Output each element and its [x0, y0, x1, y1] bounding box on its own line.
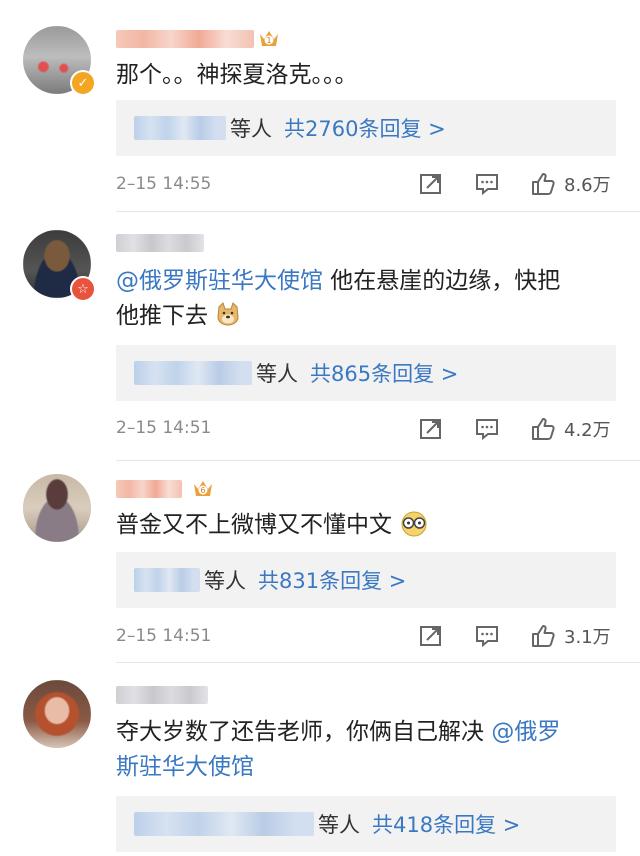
comment-icon[interactable]	[474, 623, 500, 649]
reply-users-suffix: 等人	[204, 569, 246, 593]
timestamp: 2–15 14:55	[116, 174, 212, 194]
comment-text: @俄罗斯驻华大使馆 他在悬崖的边缘，快把 他推下去	[116, 268, 561, 329]
reply-count-link[interactable]: 共2760条回复 >	[284, 113, 446, 143]
share-icon[interactable]	[418, 623, 444, 649]
avatar[interactable]	[23, 680, 91, 748]
username[interactable]	[116, 686, 208, 704]
comment-text: 普金又不上微博又不懂中文	[116, 508, 429, 543]
reply-users-suffix: 等人	[230, 117, 272, 141]
reply-users	[134, 361, 252, 385]
reply-count-link[interactable]: 共418条回复 >	[372, 809, 520, 839]
replies-summary[interactable]: 等人 共831条回复 >	[116, 552, 616, 608]
mention-link[interactable]: @俄罗	[491, 719, 560, 745]
thumbs-up-icon[interactable]	[530, 623, 556, 649]
timestamp: 2–15 14:51	[116, 418, 212, 438]
like-count: 3.1万	[564, 627, 611, 648]
comment-text: 那个。。神探夏洛克。。。	[116, 62, 358, 88]
reply-users-suffix: 等人	[318, 813, 360, 837]
like-count: 8.6万	[564, 175, 611, 196]
comment-2: ☆ @俄罗斯驻华大使馆 他在悬崖的边缘，快把 他推下去 等人 共865条回复 >…	[0, 212, 640, 462]
replies-summary[interactable]: 等人 共2760条回复 >	[116, 100, 616, 156]
username[interactable]	[116, 480, 182, 498]
reply-count-link[interactable]: 共865条回复 >	[310, 358, 458, 388]
comment-3: 6 普金又不上微博又不懂中文 等人 共831条回复 > 2–15 14:51 3…	[0, 462, 640, 664]
replies-summary[interactable]: 等人 共865条回复 >	[116, 345, 616, 401]
mention-link[interactable]: @俄罗斯驻华大使馆	[116, 268, 323, 294]
mention-link-cont[interactable]: 斯驻华大使馆	[116, 754, 254, 780]
doge-emoji-icon	[217, 302, 239, 326]
action-bar: 3.1万	[418, 623, 611, 649]
timestamp: 2–15 14:51	[116, 626, 212, 646]
action-bar: 8.6万	[418, 171, 611, 197]
username[interactable]	[116, 234, 204, 252]
verified-badge-icon: ✓	[70, 70, 96, 96]
avatar[interactable]	[23, 474, 91, 542]
reply-count-link[interactable]: 共831条回复 >	[258, 565, 406, 595]
thumbs-up-icon[interactable]	[530, 171, 556, 197]
reply-users	[134, 568, 200, 592]
glasses-emoji-icon	[401, 511, 427, 537]
comment-1: ✓ 1 那个。。神探夏洛克。。。 等人 共2760条回复 > 2–15 14:5…	[0, 0, 640, 212]
svg-text:1: 1	[266, 36, 271, 45]
thumbs-up-icon[interactable]	[530, 416, 556, 442]
username[interactable]	[116, 30, 254, 48]
comment-icon[interactable]	[474, 171, 500, 197]
comment-4: 夺大岁数了还告老师，你俩自己解决 @俄罗 斯驻华大使馆 等人 共418条回复 >	[0, 664, 640, 856]
share-icon[interactable]	[418, 171, 444, 197]
member-badge-icon: ☆	[70, 276, 96, 302]
divider	[116, 460, 640, 461]
comment-icon[interactable]	[474, 416, 500, 442]
action-bar: 4.2万	[418, 416, 611, 442]
crown-icon: 6	[194, 481, 212, 496]
reply-users	[134, 812, 314, 836]
replies-summary[interactable]: 等人 共418条回复 >	[116, 796, 616, 852]
reply-users-suffix: 等人	[256, 362, 298, 386]
share-icon[interactable]	[418, 416, 444, 442]
reply-users	[134, 116, 226, 140]
comment-text: 夺大岁数了还告老师，你俩自己解决 @俄罗 斯驻华大使馆	[116, 719, 561, 780]
svg-text:6: 6	[200, 486, 205, 495]
divider	[116, 662, 640, 663]
like-count: 4.2万	[564, 420, 611, 441]
crown-icon: 1	[260, 31, 278, 46]
